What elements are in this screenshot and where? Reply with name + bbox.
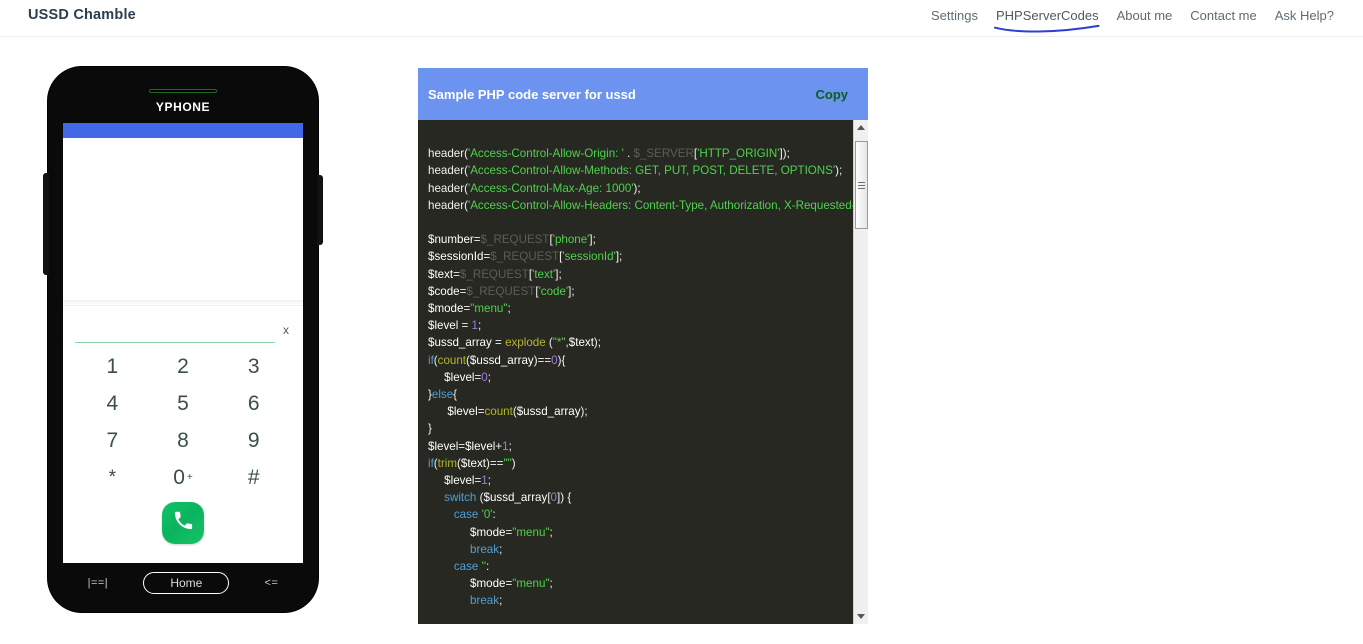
keypad-key-0[interactable]: 0 + [148, 459, 219, 496]
keypad-key-0-label: 0 [173, 465, 185, 489]
scrollbar-track[interactable] [854, 135, 869, 609]
scroll-up-icon[interactable] [854, 120, 869, 135]
code-panel-body: header('Access-Control-Allow-Origin: ' .… [418, 120, 868, 624]
nav-link-phpservercodes-label: PHPServerCodes [996, 8, 1099, 23]
nav-link-ask-help[interactable]: Ask Help? [1266, 6, 1343, 25]
phone-speaker-icon [149, 89, 217, 93]
phone-brand-label: YPHONE [155, 100, 211, 114]
php-source-code: header('Access-Control-Allow-Origin: ' .… [428, 147, 853, 608]
keypad-key-2[interactable]: 2 [148, 348, 219, 385]
phone-side-button-right[interactable] [317, 175, 323, 245]
copy-button[interactable]: Copy [810, 86, 855, 103]
scroll-down-icon[interactable] [854, 609, 869, 624]
phone-body: YPHONE x 1 2 3 4 5 6 7 8 9 * 0 + # |==| … [43, 67, 323, 612]
ussd-display-area [63, 138, 303, 300]
nav-link-about-me-label: About me [1116, 8, 1173, 23]
keypad-key-5-label: 5 [177, 391, 189, 415]
clear-input-button[interactable]: x [275, 323, 297, 343]
keypad-key-star[interactable]: * [77, 459, 148, 496]
screen-status-bar [63, 123, 303, 138]
keypad-key-4[interactable]: 4 [77, 385, 148, 422]
back-icon[interactable]: <= [265, 577, 279, 589]
call-button-row [63, 496, 303, 563]
active-underline-icon [993, 24, 1102, 34]
ussd-input-row: x [63, 306, 303, 346]
recent-apps-icon[interactable]: |==| [88, 577, 109, 589]
call-button[interactable] [162, 502, 204, 544]
keypad-key-8-label: 8 [177, 428, 189, 452]
keypad-key-3[interactable]: 3 [218, 348, 289, 385]
top-navbar: USSD Chamble Settings PHPServerCodes Abo… [0, 0, 1363, 37]
nav-links: Settings PHPServerCodes About me Contact… [922, 6, 1343, 33]
nav-link-phpservercodes[interactable]: PHPServerCodes [987, 6, 1108, 33]
keypad-key-hash-label: # [247, 465, 260, 489]
keypad-key-9-label: 9 [247, 428, 260, 452]
code-panel-header: Sample PHP code server for ussd Copy [418, 68, 868, 120]
nav-link-settings-label: Settings [931, 8, 978, 23]
keypad-key-7[interactable]: 7 [77, 422, 148, 459]
keypad-key-6-label: 6 [247, 391, 260, 415]
nav-link-about-me[interactable]: About me [1108, 6, 1182, 25]
keypad-key-8[interactable]: 8 [148, 422, 219, 459]
phone-mockup: YPHONE x 1 2 3 4 5 6 7 8 9 * 0 + # |==| … [43, 67, 323, 612]
keypad-key-hash[interactable]: # [218, 459, 289, 496]
brand-title: USSD Chamble [28, 7, 136, 23]
keypad-key-4-label: 4 [106, 391, 119, 415]
dial-keypad: 1 2 3 4 5 6 7 8 9 * 0 + # [63, 346, 303, 496]
scrollbar-thumb[interactable] [854, 141, 868, 229]
scrollbar-grip-icon [857, 180, 865, 191]
code-panel-title: Sample PHP code server for ussd [428, 86, 636, 102]
nav-link-contact-me-label: Contact me [1190, 8, 1257, 23]
phone-screen: x 1 2 3 4 5 6 7 8 9 * 0 + # [63, 123, 303, 563]
home-button[interactable]: Home [143, 572, 230, 594]
keypad-key-0-plus-label: + [186, 472, 193, 483]
keypad-key-7-label: 7 [106, 428, 119, 452]
keypad-key-6[interactable]: 6 [218, 385, 289, 422]
code-scroll-area[interactable]: header('Access-Control-Allow-Origin: ' .… [418, 120, 853, 624]
nav-link-settings[interactable]: Settings [922, 6, 987, 25]
nav-link-ask-help-label: Ask Help? [1274, 8, 1334, 23]
code-panel: Sample PHP code server for ussd Copy hea… [418, 68, 868, 624]
phone-side-button-left[interactable] [43, 173, 49, 275]
keypad-key-1-label: 1 [106, 354, 119, 378]
nav-link-contact-me[interactable]: Contact me [1181, 6, 1265, 25]
keypad-key-1[interactable]: 1 [77, 348, 148, 385]
keypad-key-5[interactable]: 5 [148, 385, 219, 422]
keypad-key-3-label: 3 [247, 354, 260, 378]
keypad-key-2-label: 2 [177, 354, 189, 378]
phone-bottom-nav: |==| Home <= [48, 572, 318, 594]
keypad-key-star-label: * [108, 466, 117, 488]
phone-handset-icon [172, 509, 195, 537]
keypad-key-9[interactable]: 9 [218, 422, 289, 459]
code-scrollbar[interactable] [853, 120, 868, 624]
ussd-input[interactable] [75, 321, 275, 343]
